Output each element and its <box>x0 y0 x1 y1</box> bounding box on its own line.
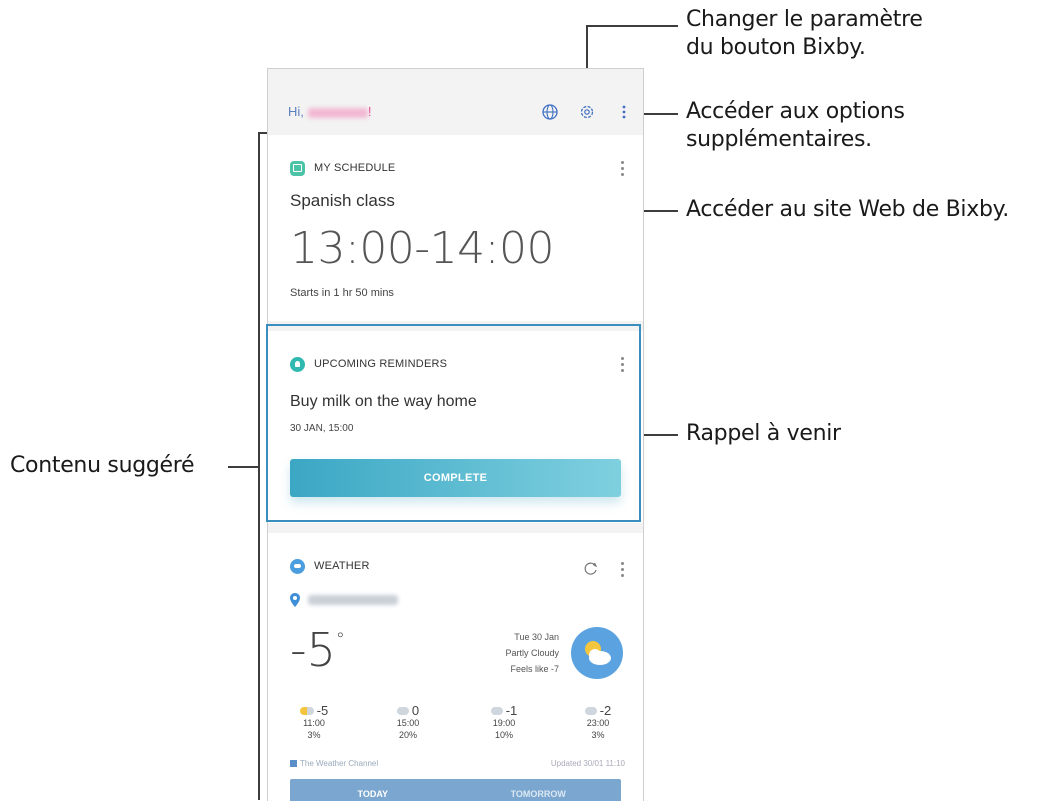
weather-updated: Updated 30/01 11:10 <box>550 759 625 768</box>
weather-card-header: WEATHER <box>290 557 370 575</box>
bracket-suggested-vertical <box>258 132 260 800</box>
leader-line-reminder <box>644 434 678 436</box>
leader-line-bixby-button <box>586 25 678 27</box>
globe-icon[interactable] <box>541 103 559 121</box>
weather-cloud-icon <box>290 558 305 574</box>
sun-cloud-icon <box>299 707 314 715</box>
weather-more-icon[interactable] <box>621 562 625 577</box>
reminder-highlight-box <box>266 324 641 522</box>
callout-reminder: Rappel à venir <box>686 421 841 446</box>
cloud-icon <box>490 707 503 715</box>
location-name-blurred <box>308 595 398 605</box>
tab-today[interactable]: TODAY <box>290 779 456 801</box>
weather-date: Tue 30 Jan <box>514 632 559 642</box>
hourly-forecast-item: -2 23:00 3% <box>568 704 628 741</box>
event-starts-in: Starts in 1 hr 50 mins <box>290 287 394 299</box>
weather-condition: Partly Cloudy <box>505 648 559 658</box>
schedule-card-title: MY SCHEDULE <box>314 162 396 174</box>
user-name-blurred <box>307 107 368 118</box>
weather-card[interactable]: WEATHER -5° Tue 30 Jan Partly Cloudy Fee… <box>268 533 643 801</box>
hourly-forecast-item: -1 19:00 10% <box>474 704 534 741</box>
schedule-more-icon[interactable] <box>621 161 625 176</box>
partly-cloudy-icon <box>571 627 623 679</box>
callout-bixby-web: Accéder au site Web de Bixby. <box>686 197 1009 222</box>
schedule-card[interactable]: MY SCHEDULE Spanish class 13:00-14:00 St… <box>268 135 643 321</box>
calendar-icon <box>290 160 305 176</box>
tab-tomorrow[interactable]: TOMORROW <box>456 779 622 801</box>
current-temperature: -5° <box>290 623 345 677</box>
weather-feels-like: Feels like -7 <box>510 664 559 674</box>
callout-bixby-button: Changer le paramètre du bouton Bixby. <box>686 7 923 60</box>
top-bar: Hi,! <box>268 69 643 135</box>
greeting: Hi,! <box>288 104 372 119</box>
weather-card-title: WEATHER <box>314 560 370 572</box>
callout-suggested: Contenu suggéré <box>10 453 195 478</box>
gear-icon[interactable] <box>578 103 596 121</box>
weather-channel-logo-icon <box>290 760 297 768</box>
hourly-forecast-item: -5 11:00 3% <box>284 704 344 741</box>
weather-summary: Tue 30 Jan Partly Cloudy Feels like -7 <box>505 629 559 677</box>
location-pin-icon <box>290 593 300 607</box>
event-name: Spanish class <box>290 191 395 210</box>
hourly-forecast-item: 0 15:00 20% <box>396 703 420 740</box>
more-options-icon[interactable] <box>615 103 633 121</box>
callout-more-options: Accéder aux options supplémentaires. <box>686 99 905 152</box>
greeting-text: Hi, <box>288 104 304 119</box>
event-time: 13:00-14:00 <box>290 223 554 274</box>
location <box>290 593 398 607</box>
leader-line-suggested <box>228 466 258 468</box>
cloud-icon <box>584 707 597 715</box>
schedule-card-header: MY SCHEDULE <box>290 159 395 177</box>
weather-source: The Weather Channel <box>290 759 378 768</box>
cloud-icon <box>396 707 409 715</box>
weather-day-tabs: TODAY TOMORROW <box>290 779 621 801</box>
refresh-icon[interactable] <box>583 561 599 577</box>
